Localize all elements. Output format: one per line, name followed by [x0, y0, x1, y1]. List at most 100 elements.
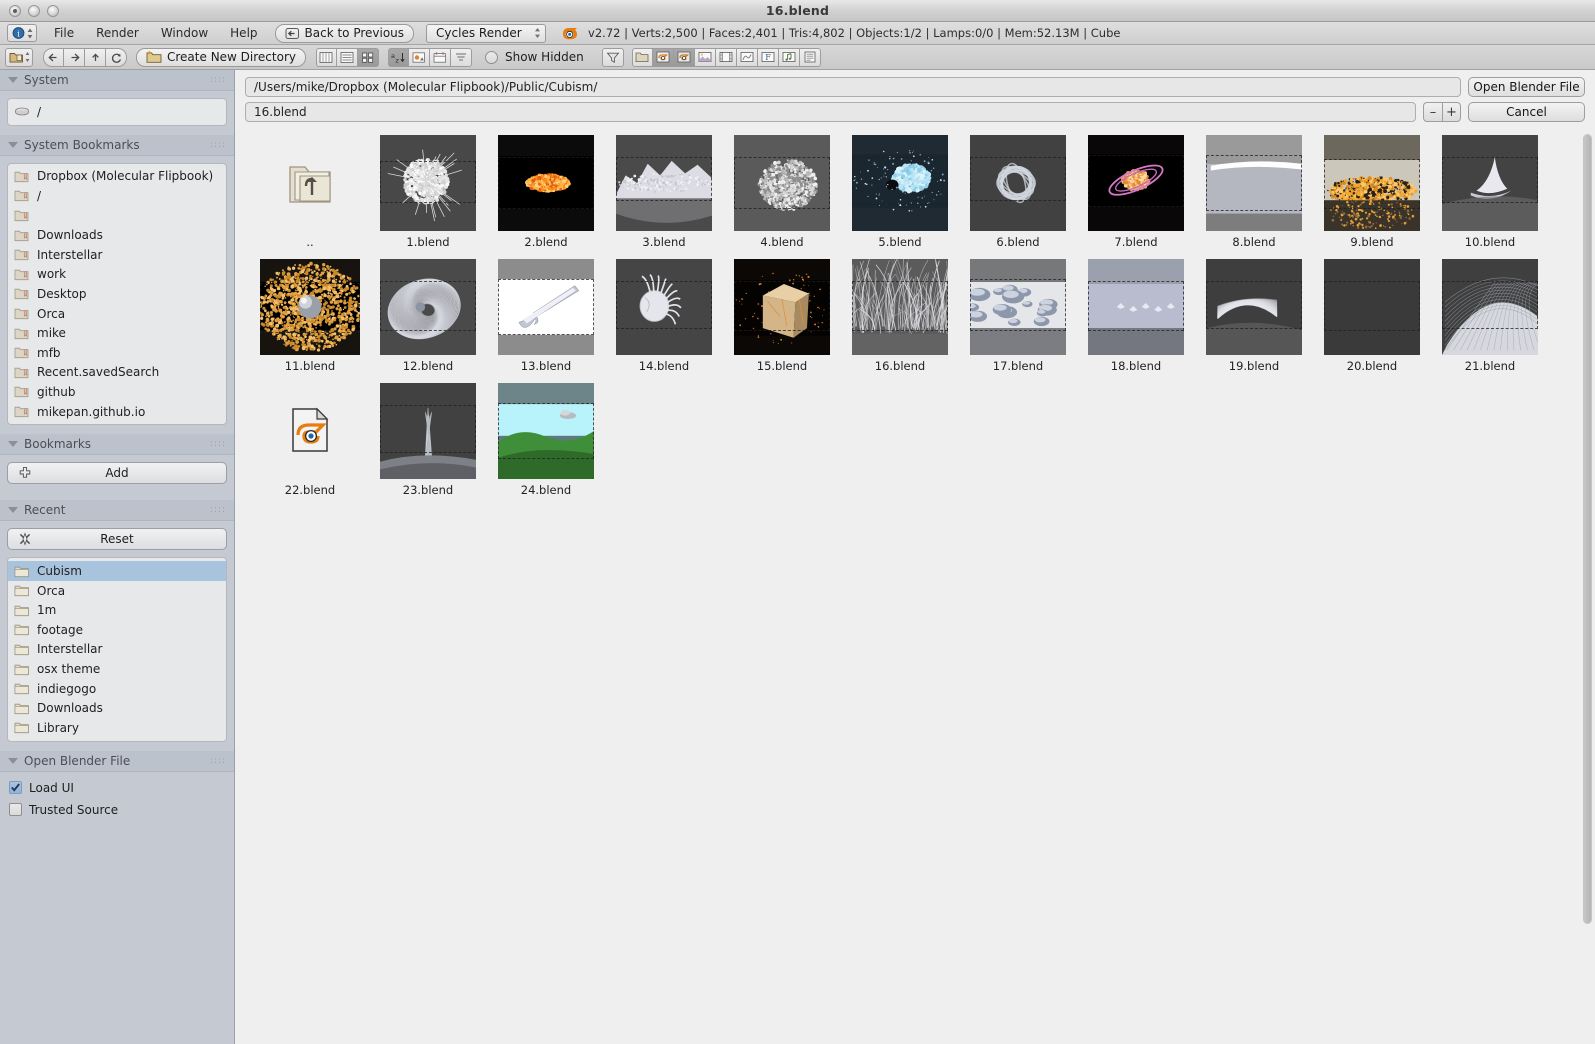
- menu-window[interactable]: Window: [150, 24, 219, 42]
- file-tile[interactable]: 11.blend: [251, 258, 369, 373]
- file-tile[interactable]: 6.blend: [959, 134, 1077, 249]
- trusted-source-checkbox[interactable]: [9, 803, 22, 817]
- system-bookmark-mfb[interactable]: mfb: [8, 343, 226, 363]
- editor-type-selector-filebrowser[interactable]: [5, 47, 33, 67]
- file-tile[interactable]: 13.blend: [487, 258, 605, 373]
- file-tile[interactable]: 10.blend: [1431, 134, 1549, 249]
- system-bookmark-[interactable]: /: [8, 186, 226, 206]
- file-tile[interactable]: 24.blend: [487, 382, 605, 497]
- system-bookmark-recent-savedsearch[interactable]: Recent.savedSearch: [8, 363, 226, 383]
- file-grid-scrollbar-knob[interactable]: [1584, 135, 1591, 923]
- system-bookmark-github[interactable]: github: [8, 382, 226, 402]
- file-tile[interactable]: 23.blend: [369, 382, 487, 497]
- close-button[interactable]: [9, 4, 21, 17]
- load-ui-toggle[interactable]: Load UI: [7, 777, 227, 799]
- filter-folders-button[interactable]: [631, 47, 653, 67]
- create-new-directory-button[interactable]: Create New Directory: [136, 47, 306, 67]
- panel-header-recent[interactable]: Recent ::::: [0, 500, 234, 522]
- file-tile[interactable]: 16.blend: [841, 258, 959, 373]
- system-bookmark-interstellar[interactable]: Interstellar: [8, 245, 226, 265]
- zoom-button[interactable]: [47, 4, 59, 17]
- file-tile[interactable]: 21.blend: [1431, 258, 1549, 373]
- system-bookmark-dropbox-molecular-flipbook[interactable]: Dropbox (Molecular Flipbook): [8, 167, 226, 187]
- menu-render[interactable]: Render: [85, 24, 150, 42]
- recent-item-interstellar[interactable]: Interstellar: [8, 640, 226, 660]
- menu-file[interactable]: File: [43, 24, 85, 42]
- recent-item-osx-theme[interactable]: osx theme: [8, 659, 226, 679]
- file-tile[interactable]: ..: [251, 134, 369, 249]
- load-ui-checkbox[interactable]: [9, 781, 22, 795]
- directory-path-input[interactable]: /Users/mike/Dropbox (Molecular Flipbook)…: [245, 77, 1461, 97]
- parent-folder-button[interactable]: [85, 47, 106, 67]
- filename-input[interactable]: 16.blend: [245, 102, 1416, 122]
- system-item-root[interactable]: /: [8, 102, 226, 122]
- recent-item-cubism[interactable]: Cubism: [8, 561, 226, 581]
- sort-date-button[interactable]: [429, 47, 451, 67]
- minimize-button[interactable]: [28, 4, 40, 17]
- previous-folder-button[interactable]: [43, 47, 64, 67]
- filename-decrement-button[interactable]: –: [1423, 102, 1442, 122]
- file-tile[interactable]: 15.blend: [723, 258, 841, 373]
- file-tile[interactable]: 17.blend: [959, 258, 1077, 373]
- recent-item-orca[interactable]: Orca: [8, 581, 226, 601]
- file-tile[interactable]: 4.blend: [723, 134, 841, 249]
- cancel-button[interactable]: Cancel: [1468, 102, 1585, 122]
- add-bookmark-button[interactable]: Add: [7, 462, 227, 485]
- file-tile[interactable]: 22.blend: [251, 382, 369, 497]
- filename-increment-button[interactable]: +: [1442, 102, 1461, 122]
- recent-item-footage[interactable]: footage: [8, 620, 226, 640]
- show-hidden-checkbox[interactable]: [484, 50, 498, 64]
- filter-text-button[interactable]: [799, 47, 821, 67]
- editor-type-selector[interactable]: i: [7, 24, 37, 42]
- sort-size-button[interactable]: [450, 47, 472, 67]
- short-list-view-button[interactable]: [315, 47, 337, 67]
- filter-font-button[interactable]: F: [757, 47, 779, 67]
- render-engine-selector[interactable]: Cycles Render: [426, 23, 547, 43]
- system-bookmark-mikepan-github-io[interactable]: mikepan.github.io: [8, 402, 226, 422]
- filter-image-button[interactable]: [694, 47, 716, 67]
- file-tile[interactable]: 3.blend: [605, 134, 723, 249]
- recent-item-library[interactable]: Library: [8, 718, 226, 738]
- file-tile[interactable]: 1.blend: [369, 134, 487, 249]
- window-controls[interactable]: [9, 4, 59, 17]
- filter-toggle-button[interactable]: [601, 47, 624, 67]
- refresh-button[interactable]: [106, 47, 127, 67]
- detailed-list-view-button[interactable]: [336, 47, 358, 67]
- file-tile[interactable]: 7.blend: [1077, 134, 1195, 249]
- file-tile[interactable]: 8.blend: [1195, 134, 1313, 249]
- system-bookmark-orca[interactable]: Orca: [8, 304, 226, 324]
- back-to-previous-button[interactable]: Back to Previous: [274, 23, 415, 43]
- recent-item-indiegogo[interactable]: indiegogo: [8, 679, 226, 699]
- recent-item-downloads[interactable]: Downloads: [8, 698, 226, 718]
- sort-alphabetical-button[interactable]: a z: [387, 47, 409, 67]
- file-tile[interactable]: 20.blend: [1313, 258, 1431, 373]
- system-bookmark-downloads[interactable]: Downloads: [8, 225, 226, 245]
- filter-sound-button[interactable]: [778, 47, 800, 67]
- system-bookmark-desktop[interactable]: Desktop: [8, 284, 226, 304]
- next-folder-button[interactable]: [64, 47, 85, 67]
- file-tile[interactable]: 2.blend: [487, 134, 605, 249]
- thumbnail-view-button[interactable]: [357, 47, 379, 67]
- system-bookmark-work[interactable]: work: [8, 265, 226, 285]
- trusted-source-toggle[interactable]: Trusted Source: [7, 799, 227, 821]
- open-blender-file-button[interactable]: Open Blender File: [1468, 77, 1585, 97]
- file-tile[interactable]: 9.blend: [1313, 134, 1431, 249]
- filter-script-button[interactable]: [736, 47, 758, 67]
- recent-item-1m[interactable]: 1m: [8, 601, 226, 621]
- sort-extension-button[interactable]: [408, 47, 430, 67]
- file-grid-scrollbar[interactable]: [1583, 134, 1592, 924]
- file-tile[interactable]: 14.blend: [605, 258, 723, 373]
- filter-blend-files-button[interactable]: [652, 47, 674, 67]
- file-tile[interactable]: 19.blend: [1195, 258, 1313, 373]
- menu-help[interactable]: Help: [219, 24, 268, 42]
- filter-movie-button[interactable]: [715, 47, 737, 67]
- file-tile[interactable]: 12.blend: [369, 258, 487, 373]
- panel-header-system[interactable]: System ::::: [0, 70, 234, 91]
- panel-header-system-bookmarks[interactable]: System Bookmarks ::::: [0, 134, 234, 156]
- panel-header-open-blender-file[interactable]: Open Blender File ::::: [0, 750, 234, 772]
- show-hidden-toggle[interactable]: Show Hidden: [481, 50, 584, 64]
- filter-blend-backup-button[interactable]: [673, 47, 695, 67]
- reset-recent-button[interactable]: Reset: [7, 528, 227, 551]
- system-bookmark-blank-2[interactable]: [8, 206, 226, 226]
- system-bookmark-mike[interactable]: mike: [8, 323, 226, 343]
